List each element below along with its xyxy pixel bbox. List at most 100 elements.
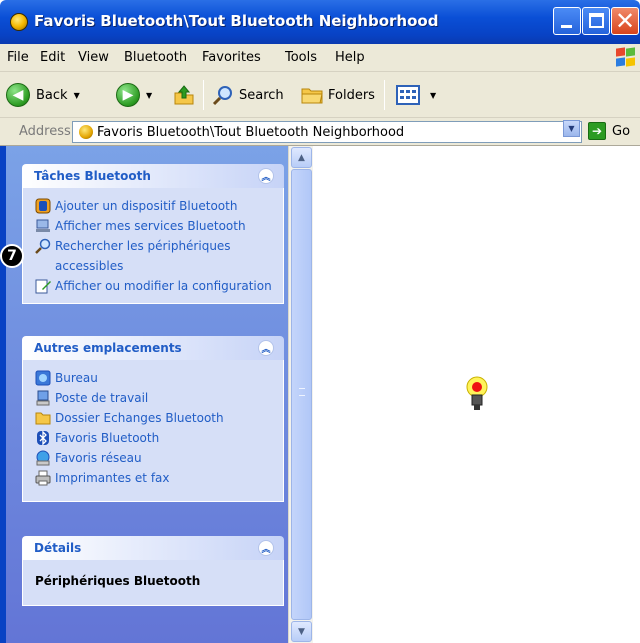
address-label: Address	[19, 124, 71, 139]
address-input[interactable]: Favoris Bluetooth\Tout Bluetooth Neighbo…	[72, 121, 582, 143]
search-icon	[35, 238, 51, 254]
chevron-down-icon: ▼	[298, 626, 305, 637]
task-pane: Tâches Bluetooth ︽ Ajouter un dispositif…	[6, 146, 288, 643]
bluetooth-favorites-icon	[79, 125, 93, 139]
windows-logo-icon	[614, 47, 636, 67]
title-bar: Favoris Bluetooth\Tout Bluetooth Neighbo…	[0, 0, 640, 44]
search-button[interactable]: Search	[212, 82, 284, 108]
services-icon	[35, 218, 51, 234]
address-dropdown-button[interactable]: ▼	[563, 120, 580, 137]
bluetooth-tasks-panel: Tâches Bluetooth ︽ Ajouter un dispositif…	[22, 164, 284, 304]
place-printers-fax[interactable]: Imprimantes et fax	[35, 468, 283, 488]
place-label: Poste de travail	[55, 391, 149, 405]
lightbulb-icon[interactable]	[464, 375, 490, 413]
go-arrow-icon: ➔	[588, 122, 606, 140]
task-pane-scrollbar[interactable]: ▲ ▼	[288, 146, 313, 643]
panel-body: Périphériques Bluetooth	[22, 560, 284, 606]
bluetooth-app-icon	[10, 13, 28, 31]
minimize-icon	[561, 25, 572, 28]
menu-favorites[interactable]: Favorites	[202, 50, 261, 65]
panel-body: Bureau Poste de travail Dossier Echanges…	[22, 360, 284, 502]
bluetooth-tasks-header[interactable]: Tâches Bluetooth ︽	[22, 164, 284, 188]
folder-icon	[35, 410, 51, 426]
other-places-header[interactable]: Autres emplacements ︽	[22, 336, 284, 360]
task-search-devices[interactable]: Rechercher les périphériques accessibles	[35, 236, 283, 276]
address-value: Favoris Bluetooth\Tout Bluetooth Neighbo…	[97, 125, 405, 140]
menu-help[interactable]: Help	[335, 50, 365, 65]
bluetooth-icon	[35, 430, 51, 446]
place-my-computer[interactable]: Poste de travail	[35, 388, 283, 408]
chevron-down-icon: ▼	[568, 124, 575, 133]
task-configuration[interactable]: Afficher ou modifier la configuration	[35, 276, 283, 296]
views-button[interactable]: ▼	[396, 82, 436, 108]
place-network-favorites[interactable]: Favoris réseau	[35, 448, 283, 468]
views-dropdown-icon[interactable]: ▼	[430, 91, 436, 100]
up-folder-icon	[174, 85, 194, 105]
desktop-icon	[35, 370, 51, 386]
computer-icon	[35, 390, 51, 406]
window-title: Favoris Bluetooth\Tout Bluetooth Neighbo…	[34, 12, 439, 30]
maximize-button[interactable]	[582, 7, 610, 35]
collapse-chevron-icon[interactable]: ︽	[258, 168, 274, 184]
place-label: Imprimantes et fax	[55, 471, 170, 485]
panel-title: Détails	[34, 541, 82, 555]
panel-body: Ajouter un dispositif Bluetooth Afficher…	[22, 188, 284, 304]
folders-label: Folders	[328, 87, 375, 103]
printer-icon	[35, 470, 51, 486]
details-text: Périphériques Bluetooth	[35, 574, 201, 588]
back-arrow-icon: ◀	[6, 83, 30, 107]
task-label: Rechercher les périphériques accessibles	[55, 239, 231, 273]
scroll-down-button[interactable]: ▼	[291, 621, 312, 642]
menu-edit[interactable]: Edit	[40, 50, 65, 65]
scroll-thumb[interactable]	[291, 169, 312, 620]
search-icon	[212, 86, 232, 106]
go-button[interactable]: ➔ Go	[588, 122, 630, 140]
task-label: Afficher mes services Bluetooth	[55, 219, 246, 233]
folders-button[interactable]: Folders	[300, 82, 375, 108]
menu-bar: File Edit View Bluetooth Favorites Tools…	[0, 44, 640, 72]
place-exchange-folder[interactable]: Dossier Echanges Bluetooth	[35, 408, 283, 428]
back-button[interactable]: ◀ Back ▼	[6, 82, 80, 108]
add-device-icon	[35, 198, 51, 214]
forward-dropdown-icon[interactable]: ▼	[146, 91, 152, 100]
callout-badge: 7	[0, 244, 24, 268]
place-label: Favoris réseau	[55, 451, 142, 465]
place-desktop[interactable]: Bureau	[35, 368, 283, 388]
folders-icon	[301, 88, 323, 104]
place-label: Dossier Echanges Bluetooth	[55, 411, 224, 425]
details-header[interactable]: Détails ︽	[22, 536, 284, 560]
chevron-up-icon: ▲	[298, 152, 305, 163]
views-icon	[396, 85, 420, 105]
task-show-services[interactable]: Afficher mes services Bluetooth	[35, 216, 283, 236]
forward-arrow-icon: ▶	[116, 83, 140, 107]
task-label: Ajouter un dispositif Bluetooth	[55, 199, 238, 213]
search-label: Search	[239, 87, 284, 103]
place-label: Bureau	[55, 371, 98, 385]
back-dropdown-icon[interactable]: ▼	[74, 91, 80, 100]
forward-button[interactable]: ▶ ▼	[116, 82, 152, 108]
grip-icon	[299, 388, 305, 396]
maximize-icon	[589, 13, 604, 28]
content-area	[313, 146, 640, 643]
scroll-up-button[interactable]: ▲	[291, 147, 312, 168]
task-add-device[interactable]: Ajouter un dispositif Bluetooth	[35, 196, 283, 216]
details-panel: Détails ︽ Périphériques Bluetooth	[22, 536, 284, 606]
toolbar-separator	[384, 80, 385, 110]
menu-bluetooth[interactable]: Bluetooth	[124, 50, 187, 65]
address-bar: Address Favoris Bluetooth\Tout Bluetooth…	[0, 118, 640, 146]
close-button[interactable]: ✕	[611, 7, 639, 35]
menu-tools[interactable]: Tools	[285, 50, 317, 65]
close-icon: ✕	[615, 7, 636, 35]
minimize-button[interactable]	[553, 7, 581, 35]
up-folder-button[interactable]	[172, 82, 196, 108]
menu-file[interactable]: File	[7, 50, 29, 65]
collapse-chevron-icon[interactable]: ︽	[258, 340, 274, 356]
menu-view[interactable]: View	[78, 50, 109, 65]
go-label: Go	[612, 123, 631, 139]
place-label: Favoris Bluetooth	[55, 431, 160, 445]
toolbar-separator	[203, 80, 204, 110]
config-icon	[35, 278, 51, 294]
collapse-chevron-icon[interactable]: ︽	[258, 540, 274, 556]
panel-title: Tâches Bluetooth	[34, 169, 151, 183]
place-bluetooth-favorites[interactable]: Favoris Bluetooth	[35, 428, 283, 448]
